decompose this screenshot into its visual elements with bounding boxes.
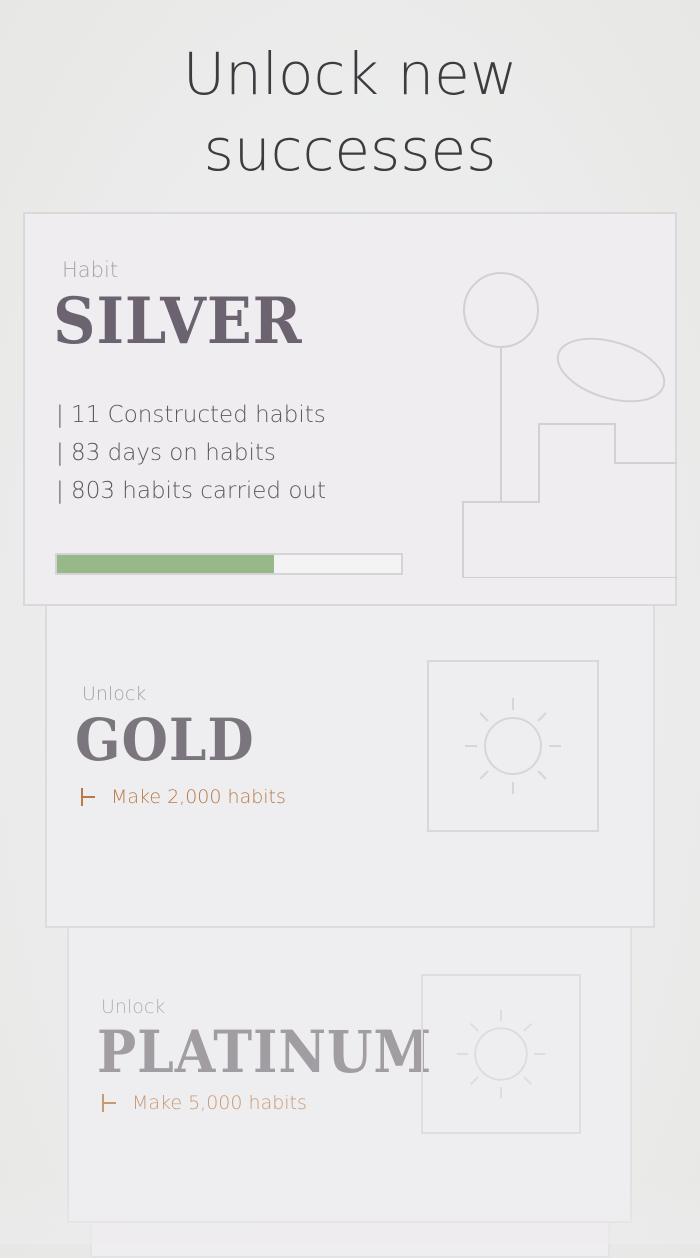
progress-fill (57, 555, 274, 573)
requirement: Make 5,000 habits (100, 1092, 307, 1114)
requirement: Make 2,000 habits (79, 786, 286, 808)
locked-badge (427, 660, 599, 832)
requirement-marker-icon (79, 788, 97, 806)
locked-badge (421, 974, 581, 1134)
tier-title-silver: SILVER (53, 284, 303, 359)
sun-icon (465, 698, 561, 794)
requirement-text: Make 5,000 habits (132, 1092, 307, 1114)
title-line-2: successes (203, 116, 497, 184)
title-line-1: Unlock new (182, 40, 518, 108)
requirement-text: Make 2,000 habits (111, 786, 286, 808)
stat-constructed-habits: | 11 Constructed habits (56, 402, 326, 428)
card-kicker: Unlock (101, 996, 166, 1018)
progress-bar (55, 553, 403, 575)
achievement-card-platinum[interactable]: Unlock PLATINUM Make 5,000 habits (67, 884, 632, 1223)
tier-title-platinum: PLATINUM (97, 1018, 433, 1086)
requirement-marker-icon (100, 1094, 118, 1112)
achievement-card-silver[interactable]: Habit SILVER | 11 Constructed habits | 8… (23, 212, 677, 606)
stats-list: | 11 Constructed habits | 83 days on hab… (56, 396, 326, 510)
page-title: Unlock new successes (0, 36, 700, 188)
stat-habits-carried-out: | 803 habits carried out (56, 478, 327, 504)
card-kicker: Habit (62, 258, 119, 282)
sun-icon (456, 1009, 546, 1099)
card-kicker: Unlock (82, 683, 147, 705)
tier-title-gold: GOLD (75, 706, 255, 774)
stat-days-on-habits: | 83 days on habits (56, 440, 276, 466)
achievement-card-gold[interactable]: Unlock GOLD Make 2,000 habits (45, 604, 655, 928)
bottom-fade (0, 1180, 700, 1244)
podium-trophy-icon (462, 272, 677, 578)
